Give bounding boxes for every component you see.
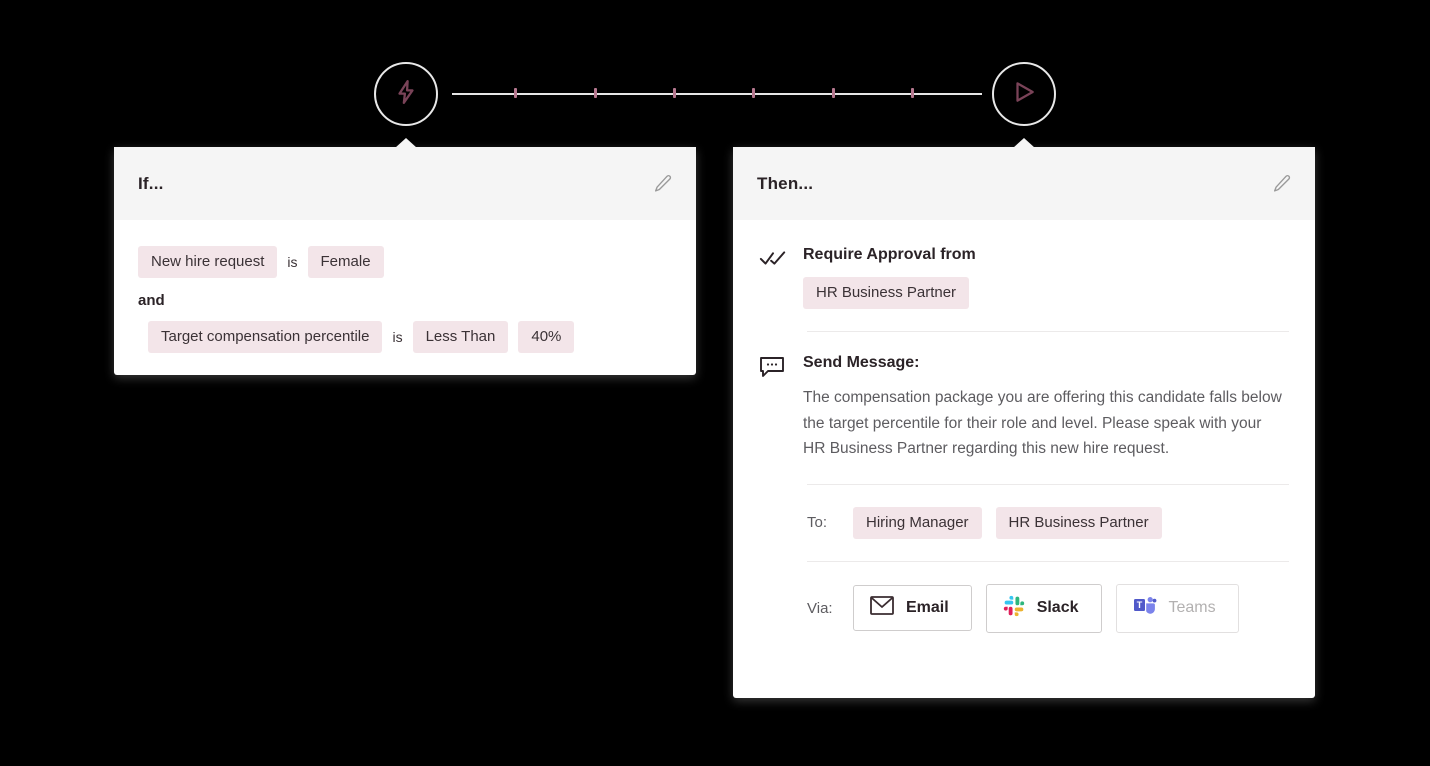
message-body: The compensation package you are offerin… (803, 389, 1282, 457)
lightning-bolt-icon (393, 78, 419, 111)
then-card-header: Then... (733, 138, 1315, 220)
then-card-title: Then... (757, 173, 814, 193)
if-card-body: New hire request is Female and Target co… (114, 220, 696, 375)
recipient-pill[interactable]: HR Business Partner (995, 506, 1162, 539)
message-title: Send Message: (803, 354, 920, 371)
pencil-icon[interactable] (652, 173, 674, 195)
if-card-header: If... (114, 138, 696, 220)
channels-row: Via: Email Slack T Teams (807, 583, 1291, 633)
condition-joiner: and (138, 292, 165, 309)
condition-operator: is (392, 329, 403, 345)
speech-bubble-icon (759, 354, 787, 462)
condition-comparator-pill[interactable]: Less Than (412, 321, 509, 353)
connector-line (452, 93, 982, 95)
message-block: Send Message: The compensation package y… (757, 354, 1291, 462)
channel-button-email[interactable]: Email (853, 585, 972, 631)
connector-tick (911, 88, 914, 98)
then-card: Then... Require Approval from HR Busines… (733, 138, 1315, 698)
double-check-icon (759, 246, 787, 309)
channel-button-slack[interactable]: Slack (985, 583, 1102, 633)
via-label: Via: (807, 599, 833, 617)
condition-value-pill[interactable]: Female (307, 246, 384, 278)
channel-label: Email (906, 599, 949, 616)
if-card-title: If... (138, 173, 164, 193)
channel-label: Slack (1036, 599, 1079, 616)
workflow-canvas: If... New hire request is Female and Tar… (0, 0, 1430, 766)
condition-value-pill[interactable]: 40% (518, 321, 575, 353)
svg-text:T: T (1136, 600, 1142, 610)
action-node[interactable] (992, 62, 1056, 126)
condition-subject-pill[interactable]: New hire request (138, 246, 278, 278)
approver-pill[interactable]: HR Business Partner (803, 277, 970, 309)
section-divider (807, 560, 1289, 562)
section-divider (807, 331, 1289, 332)
condition-row-1: New hire request is Female (138, 246, 672, 278)
card-notch (1013, 138, 1035, 148)
channel-button-teams[interactable]: T Teams (1115, 583, 1239, 633)
approval-title: Require Approval from (803, 246, 976, 263)
play-triangle-icon (1011, 79, 1037, 110)
card-notch (395, 138, 417, 148)
recipients-row: To: Hiring Manager HR Business Partner (807, 506, 1291, 539)
slack-icon (1003, 595, 1025, 622)
envelope-icon (870, 596, 894, 620)
if-card: If... New hire request is Female and Tar… (114, 138, 696, 375)
approval-block: Require Approval from HR Business Partne… (757, 246, 1291, 309)
section-divider (807, 483, 1289, 485)
connector-tick (514, 88, 517, 98)
pencil-icon[interactable] (1271, 173, 1293, 195)
channel-label: Teams (1168, 599, 1216, 616)
condition-operator: is (287, 254, 298, 270)
condition-subject-pill[interactable]: Target compensation percentile (148, 321, 383, 353)
condition-row-2: Target compensation percentile is Less T… (148, 321, 672, 353)
connector-tick (752, 88, 755, 98)
trigger-node[interactable] (374, 62, 438, 126)
to-label: To: (807, 514, 828, 531)
connector-tick (673, 88, 676, 98)
connector-tick (832, 88, 835, 98)
connector-tick (594, 88, 597, 98)
then-card-body: Require Approval from HR Business Partne… (733, 220, 1315, 655)
teams-icon: T (1133, 595, 1157, 622)
recipient-pill[interactable]: Hiring Manager (853, 506, 982, 539)
